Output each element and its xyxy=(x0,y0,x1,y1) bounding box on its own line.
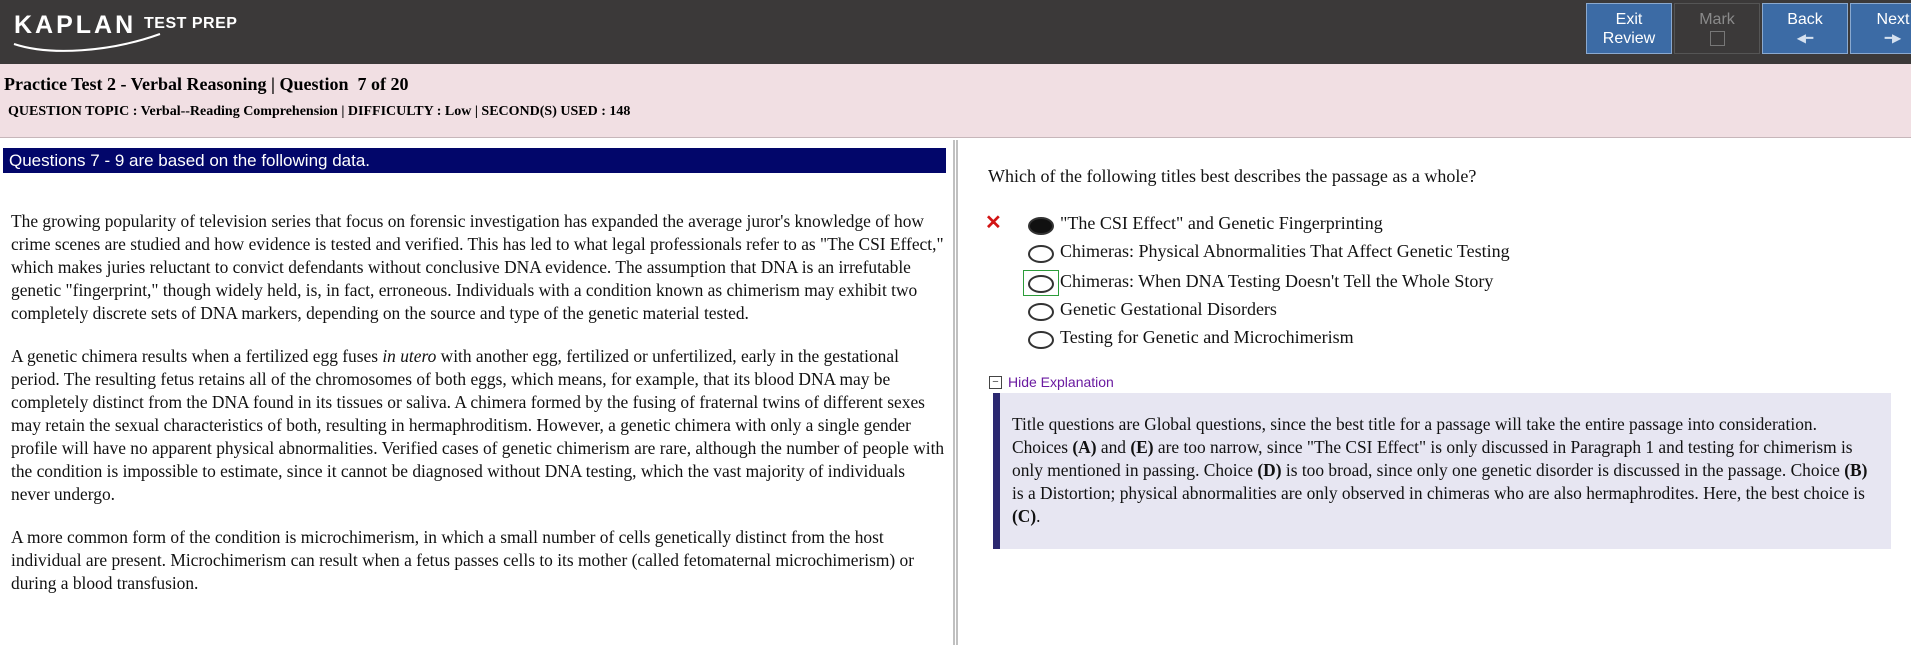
question-pane: Which of the following titles best descr… xyxy=(956,140,1911,645)
passage-p2-part1: A genetic chimera results when a fertili… xyxy=(11,346,383,366)
passage-paragraph-3: A more common form of the condition is m… xyxy=(11,527,915,593)
nav-buttons: Exit Review Mark Back ◀━ Next ━▶ xyxy=(1586,3,1911,54)
passage-p2-part2: with another egg, fertilized or unfertil… xyxy=(11,346,945,504)
answer-choice-a[interactable]: ✕ "The CSI Effect" and Genetic Fingerpri… xyxy=(985,210,1786,236)
mark-button[interactable]: Mark xyxy=(1674,3,1760,54)
radio-b[interactable] xyxy=(1028,245,1054,263)
passage-banner: Questions 7 - 9 are based on the followi… xyxy=(3,148,946,173)
explanation-choice-d: (D) xyxy=(1257,460,1282,480)
explanation-text-5: is a Distortion; physical abnormalities … xyxy=(1012,483,1865,503)
passage-pane[interactable]: Questions 7 - 9 are based on the followi… xyxy=(0,140,955,645)
explanation-choice-c: (C) xyxy=(1012,506,1037,526)
passage-text: The growing popularity of television ser… xyxy=(11,210,946,615)
logo-swoosh-icon xyxy=(13,33,161,52)
exit-review-button[interactable]: Exit Review xyxy=(1586,3,1672,54)
choice-label-a: "The CSI Effect" and Genetic Fingerprint… xyxy=(1060,213,1383,233)
radio-d[interactable] xyxy=(1028,303,1054,321)
next-button[interactable]: Next ━▶ xyxy=(1850,3,1911,54)
arrow-left-icon: ◀━ xyxy=(1796,31,1814,45)
hide-explanation-label: Hide Explanation xyxy=(1008,374,1114,390)
choice-label-c: Chimeras: When DNA Testing Doesn't Tell … xyxy=(1060,271,1494,291)
explanation-choice-e: (E) xyxy=(1130,437,1154,457)
radio-e[interactable] xyxy=(1028,331,1054,349)
radio-c[interactable] xyxy=(1028,275,1054,293)
explanation-text-2: and xyxy=(1096,437,1131,457)
choice-label-d: Genetic Gestational Disorders xyxy=(1060,299,1277,319)
answer-choice-d[interactable]: Genetic Gestational Disorders xyxy=(986,296,1786,322)
back-label: Back xyxy=(1787,11,1823,28)
top-bar: KAPLAN TEST PREP Exit Review Mark Back ◀… xyxy=(0,0,1911,64)
exit-review-label-line2: Review xyxy=(1602,30,1656,47)
answer-choice-b[interactable]: Chimeras: Physical Abnormalities That Af… xyxy=(986,238,1786,264)
mark-checkbox[interactable] xyxy=(1709,31,1725,46)
collapse-icon: − xyxy=(989,375,1002,389)
choice-label-e: Testing for Genetic and Microchimerism xyxy=(1060,327,1354,347)
explanation-text-6: . xyxy=(1036,506,1041,526)
passage-p2-italic: in utero xyxy=(382,346,437,366)
next-label: Next xyxy=(1876,11,1910,28)
answer-choice-c[interactable]: Chimeras: When DNA Testing Doesn't Tell … xyxy=(986,268,1786,296)
passage-paragraph-2: A genetic chimera results when a fertili… xyxy=(11,345,946,506)
explanation-text-4: is too broad, since only one genetic dis… xyxy=(1281,460,1845,480)
radio-a[interactable] xyxy=(1028,217,1054,235)
question-header: Practice Test 2 - Verbal Reasoning | Que… xyxy=(0,64,1911,138)
hide-explanation-toggle[interactable]: − Hide Explanation xyxy=(989,374,1114,390)
explanation-box: Title questions are Global questions, si… xyxy=(993,393,1891,549)
question-stem: Which of the following titles best descr… xyxy=(988,166,1477,186)
arrow-right-icon: ━▶ xyxy=(1884,31,1902,45)
incorrect-x-icon: ✕ xyxy=(985,212,1002,234)
mark-label: Mark xyxy=(1699,11,1735,28)
explanation-choice-b: (B) xyxy=(1844,460,1868,480)
explanation-choice-a: (A) xyxy=(1072,437,1097,457)
answer-choice-e[interactable]: Testing for Genetic and Microchimerism xyxy=(986,324,1786,350)
page-title: Practice Test 2 - Verbal Reasoning | Que… xyxy=(4,74,409,94)
back-button[interactable]: Back ◀━ xyxy=(1762,3,1848,54)
exit-review-label-line1: Exit xyxy=(1615,11,1643,28)
passage-paragraph-1: The growing popularity of television ser… xyxy=(11,211,944,323)
question-meta: QUESTION TOPIC : Verbal--Reading Compreh… xyxy=(8,104,631,119)
choice-label-b: Chimeras: Physical Abnormalities That Af… xyxy=(1060,241,1510,261)
